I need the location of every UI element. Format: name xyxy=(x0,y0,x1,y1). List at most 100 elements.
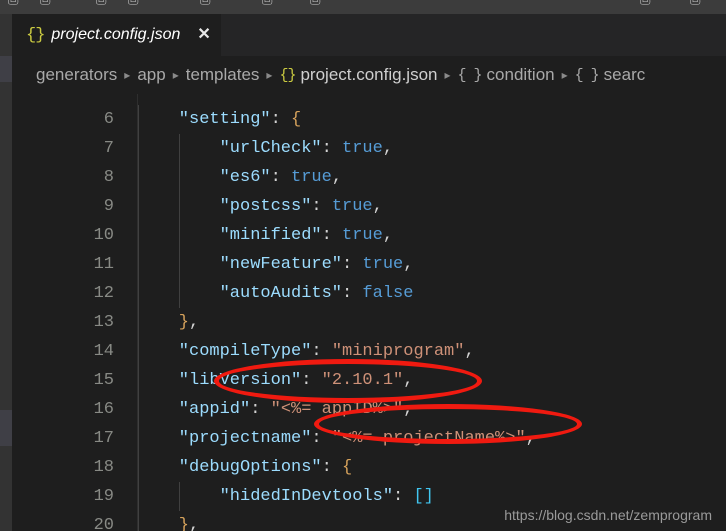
breadcrumb-label: app xyxy=(137,65,166,84)
indent-guide xyxy=(178,482,180,511)
code-token: } xyxy=(178,313,189,332)
code-token: , xyxy=(189,313,200,332)
line-number: 18 xyxy=(93,458,114,477)
breadcrumb-item-templates[interactable]: templates xyxy=(186,65,260,85)
code-line[interactable]: "projectname": "<%= projectName%>", xyxy=(179,424,536,453)
object-icon: { } xyxy=(574,66,600,84)
code-line[interactable]: "appid": "<%= appID%>", xyxy=(179,395,414,424)
indent-guide xyxy=(178,134,180,308)
code-token: true xyxy=(342,226,383,245)
code-line[interactable]: "libVersion": "2.10.1", xyxy=(179,366,414,395)
code-token: "miniprogram" xyxy=(331,342,465,361)
code-token: : xyxy=(311,342,332,361)
breadcrumb-item-search[interactable]: { } searc xyxy=(575,65,646,85)
code-token: , xyxy=(464,342,475,361)
line-number-gutter: 6 7 8 9 10 11 12 13 14 15 16 17 18 19 20 xyxy=(12,94,138,531)
code-token: "<%= projectName%>" xyxy=(331,429,526,448)
breadcrumb-label: condition xyxy=(486,65,555,84)
code-token: "minified" xyxy=(219,226,322,245)
code-token: "2.10.1" xyxy=(321,371,404,390)
toolbar-glyph-5[interactable]: ⎙ xyxy=(200,0,210,13)
code-line[interactable]: "compileType": "miniprogram", xyxy=(179,337,475,366)
toolbar-glyph-7[interactable]: ⎙ xyxy=(310,0,320,13)
code-token: true xyxy=(291,168,332,187)
activity-bar-item-explorer[interactable] xyxy=(0,56,12,82)
breadcrumb-item-app[interactable]: app xyxy=(137,65,165,85)
toolbar-glyph-3[interactable]: ⎙ xyxy=(96,0,106,13)
breadcrumb-item-condition[interactable]: { } condition xyxy=(458,65,555,85)
code-token: : xyxy=(301,371,322,390)
code-token: [] xyxy=(413,487,434,506)
code-line[interactable]: "urlCheck": true, xyxy=(220,134,393,163)
code-token: , xyxy=(372,197,383,216)
code-token: "es6" xyxy=(219,168,271,187)
line-number: 14 xyxy=(93,342,114,361)
code-token: "newFeature" xyxy=(219,255,343,274)
activity-bar xyxy=(0,14,12,531)
code-line[interactable]: "autoAudits": false xyxy=(220,279,414,308)
code-token: : xyxy=(270,168,292,187)
line-number: 9 xyxy=(103,197,114,216)
code-line[interactable]: }, xyxy=(179,308,199,337)
code-token: { xyxy=(291,110,302,129)
code-line[interactable]: "setting": { xyxy=(179,105,301,134)
code-token: , xyxy=(403,400,414,419)
line-number: 11 xyxy=(93,255,114,274)
line-number: 16 xyxy=(93,400,114,419)
breadcrumb-item-generators[interactable]: generators xyxy=(36,65,117,85)
code-token: : xyxy=(342,255,363,274)
line-number: 6 xyxy=(103,110,114,129)
breadcrumb-item-project-config-json[interactable]: {} project.config.json xyxy=(279,65,437,85)
json-braces-icon: {} xyxy=(26,25,45,45)
code-token: true xyxy=(342,139,383,158)
tab-label: project.config.json xyxy=(51,26,181,43)
toolbar-glyph-4[interactable]: ⎙ xyxy=(128,0,138,13)
code-editor[interactable]: 6 7 8 9 10 11 12 13 14 15 16 17 18 19 20 "setting": {"… xyxy=(12,94,726,531)
code-token: "libVersion" xyxy=(178,371,302,390)
line-number: 7 xyxy=(103,139,114,158)
toolbar-glyph-9[interactable]: ⎙ xyxy=(690,0,700,13)
chevron-right-icon: ▸ xyxy=(172,68,179,82)
code-token: false xyxy=(362,284,414,303)
code-line[interactable]: "postcss": true, xyxy=(220,192,383,221)
code-line[interactable]: }, xyxy=(179,511,199,531)
breadcrumb-label: searc xyxy=(603,65,646,84)
code-line[interactable]: "newFeature": true, xyxy=(220,250,414,279)
code-token: , xyxy=(525,429,536,448)
breadcrumb-label: project.config.json xyxy=(300,65,438,84)
line-number: 8 xyxy=(103,168,114,187)
code-line[interactable]: "minified": true, xyxy=(220,221,393,250)
code-token: : xyxy=(250,400,271,419)
toolbar-glyph-row: ⎙ ⎙ ⎙ ⎙ ⎙ ⎙ ⎙ ⎙ ⎙ xyxy=(0,0,726,13)
breadcrumb-label: generators xyxy=(36,65,118,84)
code-token: : xyxy=(321,458,343,477)
activity-bar-item-lower[interactable] xyxy=(0,410,12,446)
vscode-window: ⎙ ⎙ ⎙ ⎙ ⎙ ⎙ ⎙ ⎙ ⎙ {} project.config.json… xyxy=(0,0,726,531)
code-token: "setting" xyxy=(178,110,271,129)
chevron-right-icon: ▸ xyxy=(266,68,273,82)
line-number: 19 xyxy=(93,487,114,506)
toolbar-glyph-6[interactable]: ⎙ xyxy=(262,0,272,13)
code-token: , xyxy=(382,226,394,245)
code-token: : xyxy=(311,429,332,448)
line-number: 15 xyxy=(93,371,114,390)
code-token: : xyxy=(311,197,332,216)
line-number: 13 xyxy=(93,313,114,332)
code-token: "urlCheck" xyxy=(219,139,322,158)
code-token: "appid" xyxy=(178,400,251,419)
toolbar-glyph-2[interactable]: ⎙ xyxy=(40,0,50,13)
toolbar-glyph-8[interactable]: ⎙ xyxy=(640,0,650,13)
code-token: , xyxy=(403,371,414,390)
code-line[interactable]: "es6": true, xyxy=(220,163,342,192)
code-line[interactable]: "debugOptions": { xyxy=(179,453,352,482)
close-icon[interactable]: ✕ xyxy=(197,27,210,43)
tab-project-config-json[interactable]: {} project.config.json ✕ xyxy=(12,14,221,56)
code-token: : xyxy=(393,487,414,506)
code-content[interactable]: "setting": {"urlCheck": true, "es6": true… xyxy=(138,94,726,531)
code-token: "postcss" xyxy=(219,197,312,216)
json-braces-icon: {} xyxy=(279,66,296,84)
code-line[interactable]: "hidedInDevtools": [] xyxy=(220,482,434,511)
code-token: : xyxy=(321,139,343,158)
toolbar-glyph-1[interactable]: ⎙ xyxy=(8,0,18,13)
chevron-right-icon: ▸ xyxy=(561,68,568,82)
